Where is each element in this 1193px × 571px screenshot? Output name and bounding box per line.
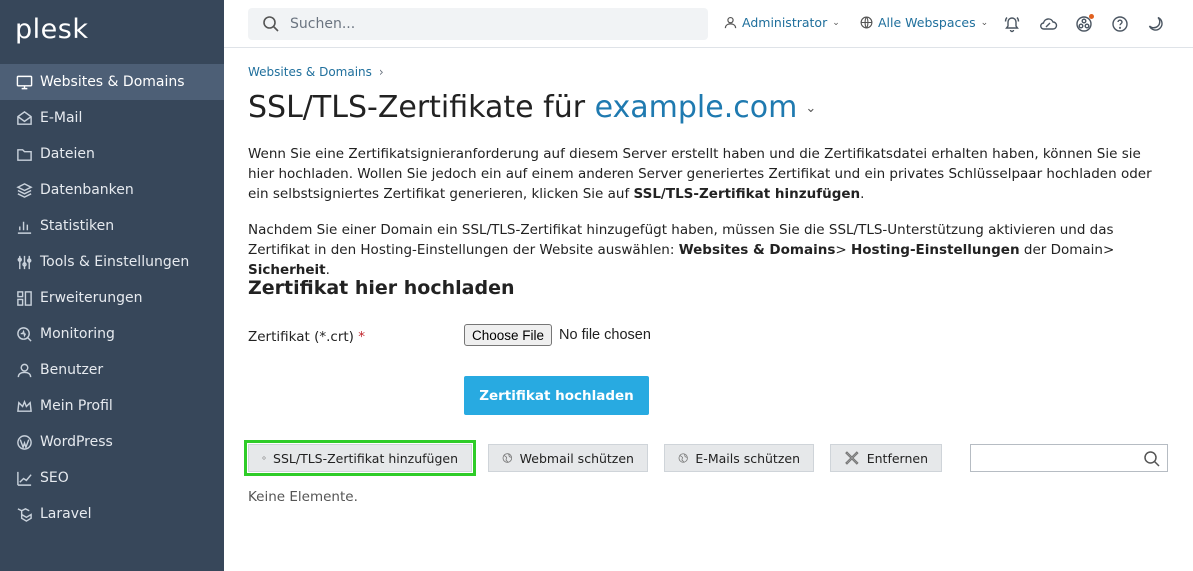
upload-certificate-button[interactable]: Zertifikat hochladen (464, 376, 649, 415)
sidebar-item-dateien[interactable]: Dateien (0, 136, 224, 172)
sidebar-item-label: Datenbanken (40, 182, 134, 198)
monitoring-icon (15, 325, 33, 343)
file-status: No file chosen (559, 327, 651, 343)
chevron-down-icon: ⌄ (980, 17, 989, 28)
bar-chart-icon (15, 217, 33, 235)
certificate-field-label: Zertifikat (*.crt) * (248, 329, 365, 345)
remove-label: Entfernen (866, 450, 928, 466)
sidebar-item-label: Monitoring (40, 326, 115, 342)
database-icon (15, 181, 33, 199)
search-icon (263, 16, 279, 32)
secure-webmail-button[interactable]: Webmail schützen (488, 444, 648, 472)
user-icon (724, 16, 737, 29)
sidebar-item-label: Mein Profil (40, 398, 113, 414)
sidebar-item-websites-domains[interactable]: Websites & Domains (0, 64, 224, 100)
user-menu[interactable]: Administrator ⌄ (724, 15, 840, 30)
sidebar-item-label: Dateien (40, 146, 95, 162)
instructions-bold: Hosting-Einstellungen (850, 242, 1020, 258)
sidebar-item-label: Benutzer (40, 362, 104, 378)
chevron-down-icon[interactable]: ⌄ (805, 101, 816, 116)
laravel-icon (15, 505, 33, 523)
community-icon[interactable] (1074, 14, 1094, 34)
search-icon (1144, 451, 1160, 467)
notification-dot (1089, 14, 1094, 19)
sidebar-item-monitoring[interactable]: Monitoring (0, 316, 224, 352)
sidebar-item-label: SEO (40, 470, 69, 486)
list-search-field[interactable] (970, 444, 1168, 472)
sliders-icon (15, 253, 33, 271)
sidebar-item-label: E-Mail (40, 110, 83, 126)
profile-crown-icon (15, 397, 33, 415)
global-search[interactable] (248, 8, 708, 40)
sidebar-item-erweiterungen[interactable]: Erweiterungen (0, 280, 224, 316)
plesk-logo[interactable]: plesk (15, 14, 88, 45)
sidebar-item-wordpress[interactable]: WordPress (0, 424, 224, 460)
sidebar-item-tools-einstellungen[interactable]: Tools & Einstellungen (0, 244, 224, 280)
cloud-icon[interactable] (1038, 14, 1058, 34)
folder-icon (15, 145, 33, 163)
intro-paragraph: Wenn Sie eine Zertifikatsignieranforderu… (248, 144, 1163, 204)
sidebar-item-benutzer[interactable]: Benutzer (0, 352, 224, 388)
notifications-icon[interactable] (1002, 14, 1022, 34)
secure-webmail-label: Webmail schützen (519, 450, 634, 466)
instructions-paragraph: Nachdem Sie einer Domain ein SSL/TLS-Zer… (248, 220, 1163, 280)
breadcrumb: Websites & Domains › (248, 65, 384, 79)
mail-icon (15, 109, 33, 127)
sidebar-item-datenbanken[interactable]: Datenbanken (0, 172, 224, 208)
instructions-bold: Sicherheit (248, 262, 326, 278)
sidebar-item-seo[interactable]: SEO (0, 460, 224, 496)
sidebar-item-mein-profil[interactable]: Mein Profil (0, 388, 224, 424)
seo-icon (15, 469, 33, 487)
secure-mail-label: E-Mails schützen (695, 450, 800, 466)
sidebar-item-label: Laravel (40, 506, 92, 522)
user-icon (15, 361, 33, 379)
instructions-text: > (835, 242, 851, 258)
section-title: Zertifikat hier hochladen (248, 277, 515, 299)
remove-button[interactable]: Entfernen (830, 444, 942, 472)
add-certificate-label: SSL/TLS-Zertifikat hinzufügen (273, 450, 458, 466)
user-menu-label: Administrator (742, 15, 828, 30)
sidebar: plesk Websites & Domains E-Mail Dateien … (0, 0, 224, 571)
webspaces-menu-label: Alle Webspaces (878, 15, 976, 30)
help-icon[interactable] (1110, 14, 1130, 34)
instructions-text: der Domain> (1019, 242, 1115, 258)
dark-mode-icon[interactable] (1146, 14, 1166, 34)
sidebar-item-statistiken[interactable]: Statistiken (0, 208, 224, 244)
wordpress-icon (15, 433, 33, 451)
sidebar-item-email[interactable]: E-Mail (0, 100, 224, 136)
extensions-icon (15, 289, 33, 307)
empty-list-message: Keine Elemente. (248, 489, 358, 505)
sidebar-item-label: WordPress (40, 434, 113, 450)
instructions-bold: Websites & Domains (678, 242, 836, 258)
intro-end: . (860, 186, 865, 202)
sidebar-item-label: Websites & Domains (40, 74, 185, 90)
domain-switcher[interactable]: example.com (595, 90, 798, 125)
intro-bold: SSL/TLS-Zertifikat hinzufügen (633, 186, 861, 202)
sidebar-item-label: Erweiterungen (40, 290, 143, 306)
chevron-right-icon: › (378, 65, 384, 79)
instructions-text: . (325, 262, 330, 278)
chevron-down-icon: ⌄ (832, 17, 840, 28)
field-label-text: Zertifikat (*.crt) (248, 329, 354, 345)
sidebar-item-laravel[interactable]: Laravel (0, 496, 224, 532)
page-title-prefix: SSL/TLS-Zertifikate für (248, 90, 586, 125)
sidebar-item-label: Statistiken (40, 218, 115, 234)
topbar: Administrator ⌄ Alle Webspaces ⌄ (224, 0, 1193, 48)
required-mark: * (358, 329, 365, 345)
close-icon (845, 451, 859, 465)
globe-icon (678, 453, 688, 463)
globe-icon (860, 16, 873, 29)
choose-file-button[interactable]: Choose File (464, 324, 553, 346)
add-certificate-button[interactable]: SSL/TLS-Zertifikat hinzufügen (244, 440, 476, 476)
sidebar-item-label: Tools & Einstellungen (40, 254, 190, 270)
search-input[interactable] (290, 16, 670, 32)
secure-mail-button[interactable]: E-Mails schützen (664, 444, 814, 472)
breadcrumb-link[interactable]: Websites & Domains (248, 65, 372, 79)
globe-icon (502, 453, 513, 463)
monitor-icon (15, 73, 33, 91)
plus-icon (262, 456, 266, 460)
page-title: SSL/TLS-Zertifikate für example.com ⌄ (248, 90, 816, 125)
webspaces-menu[interactable]: Alle Webspaces ⌄ (860, 15, 988, 30)
sidebar-nav: Websites & Domains E-Mail Dateien Datenb… (0, 64, 224, 532)
